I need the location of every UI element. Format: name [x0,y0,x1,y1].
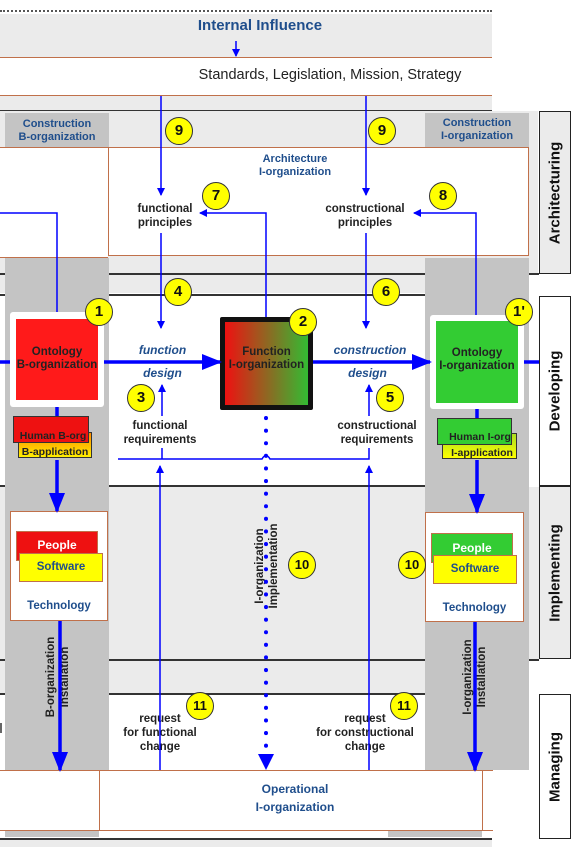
badge-5: 5 [376,384,404,412]
arrow-8 [413,209,477,315]
badge-2: 2 [289,308,317,336]
badge-6: 6 [372,278,400,306]
badge-10-center: 10 [288,551,316,579]
requirements-feedback-line [118,448,370,460]
badge-4: 4 [164,278,192,306]
badge-11-right: 11 [390,692,418,720]
arrow-7 [199,209,267,317]
badge-8: 8 [429,182,457,210]
badge-1: 1 [85,298,113,326]
badge-9-right: 9 [368,117,396,145]
badge-11-left: 11 [186,692,214,720]
badge-10-right: 10 [398,551,426,579]
arrow-ontology-b-feedback [0,212,58,312]
badge-3: 3 [127,384,155,412]
dotted-implementation-arrowhead [258,754,274,770]
badge-7: 7 [202,182,230,210]
arrows-layer [0,41,539,772]
badge-9-left: 9 [165,117,193,145]
badge-1-prime: 1' [505,298,533,326]
